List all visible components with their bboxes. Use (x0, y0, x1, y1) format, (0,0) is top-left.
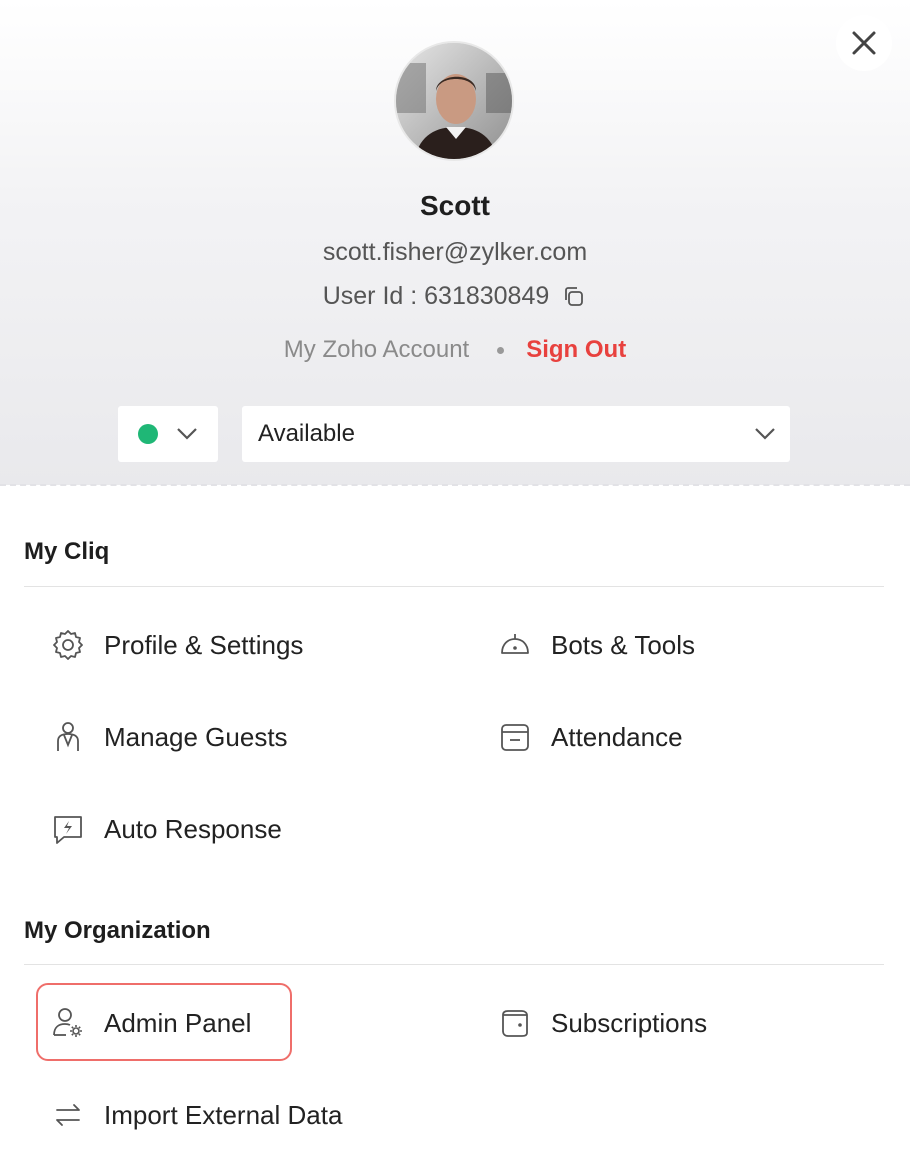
menu-item-admin-panel[interactable]: Admin Panel (48, 995, 251, 1051)
status-message-value: Available (258, 420, 355, 447)
menu-item-auto-response[interactable]: Auto Response (48, 801, 282, 857)
my-zoho-account-link[interactable]: My Zoho Account (284, 336, 469, 364)
menu-item-import-external-data[interactable]: Import External Data (48, 1087, 342, 1143)
menu-item-label: Admin Panel (104, 1007, 252, 1038)
header-divider (0, 484, 910, 486)
menu-item-label: Subscriptions (551, 1007, 708, 1038)
menu-item-label: Manage Guests (104, 721, 288, 752)
menu-item-bots-tools[interactable]: Bots & Tools (495, 617, 695, 673)
section-divider (24, 586, 884, 587)
menu-item-subscriptions[interactable]: Subscriptions (495, 995, 707, 1051)
chevron-down-icon (754, 427, 776, 441)
status-dot (138, 424, 158, 444)
section-title-my-organization: My Organization (24, 917, 211, 944)
profile-name: Scott (420, 190, 490, 221)
chat-bolt-icon (48, 809, 88, 849)
close-button[interactable] (836, 15, 892, 71)
profile-email: scott.fisher@zylker.com (322, 238, 588, 266)
menu-item-label: Bots & Tools (551, 629, 696, 660)
status-color-dropdown[interactable] (118, 406, 218, 462)
menu-item-attendance[interactable]: Attendance (495, 709, 683, 765)
guest-icon (48, 717, 88, 757)
sign-out-link[interactable]: Sign Out (526, 336, 626, 364)
close-icon (850, 29, 878, 57)
avatar[interactable] (394, 41, 514, 161)
section-title-my-cliq: My Cliq (24, 538, 110, 565)
account-links: My Zoho Account Sign Out (0, 336, 910, 364)
menu-item-label: Auto Response (104, 813, 282, 844)
menu-item-label: Import External Data (104, 1099, 343, 1130)
separator-dot (497, 346, 505, 354)
user-id-row: User Id : 631830849 (0, 282, 910, 311)
status-message-dropdown[interactable]: Available (242, 406, 790, 462)
menu-item-label: Attendance (551, 721, 683, 752)
gear-icon (48, 625, 88, 665)
user-id-text: User Id : 631830849 (322, 282, 550, 310)
menu-item-profile-settings[interactable]: Profile & Settings (48, 617, 303, 673)
swap-arrows-icon (48, 1095, 88, 1135)
wallet-icon (495, 1003, 535, 1043)
copy-icon[interactable] (561, 284, 587, 310)
calendar-icon (495, 717, 535, 757)
menu-item-manage-guests[interactable]: Manage Guests (48, 709, 288, 765)
menu-item-label: Profile & Settings (104, 629, 304, 660)
bot-icon (495, 625, 535, 665)
chevron-down-icon (176, 427, 198, 441)
admin-icon (48, 1003, 88, 1043)
section-divider (24, 964, 884, 965)
